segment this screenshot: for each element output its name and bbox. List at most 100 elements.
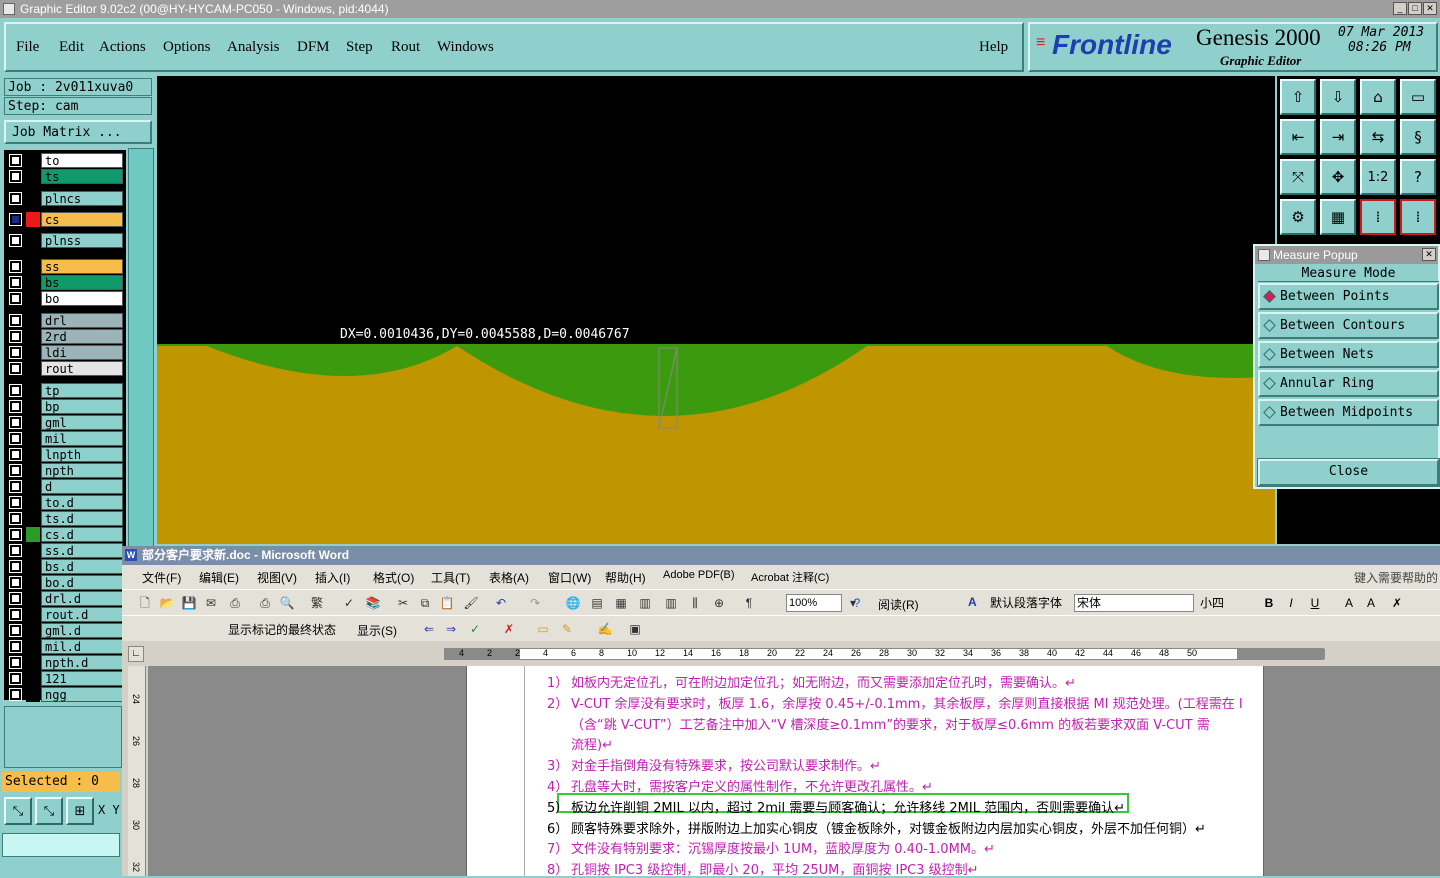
layer-checkbox[interactable] (9, 346, 22, 359)
layer-checkbox[interactable] (9, 528, 22, 541)
nets-active-icon[interactable]: ⁞ (1400, 199, 1436, 235)
next-icon[interactable]: ⇥ (1320, 119, 1356, 155)
previous-change-icon[interactable]: ⇐ (420, 620, 438, 638)
job-matrix-button[interactable]: Job Matrix ... (4, 120, 152, 144)
font-select[interactable]: 宋体 (1074, 594, 1194, 612)
layer-checkbox[interactable] (9, 234, 22, 247)
layer-checkbox[interactable] (9, 512, 22, 525)
layer-name[interactable]: ts.d (41, 511, 123, 526)
layer-row-plnss[interactable]: plnss (4, 233, 126, 248)
layer-row-gml-d[interactable]: gml.d (4, 623, 126, 638)
layer-row-lnpth[interactable]: lnpth (4, 447, 126, 462)
styles-icon[interactable]: A (968, 595, 977, 609)
measure-option-between-points[interactable]: Between Points (1258, 283, 1439, 310)
menu-dfm[interactable]: DFM (297, 39, 330, 56)
document-line[interactable]: 4） 孔盘等大时，需按客户定义的属性制作，不允许更改孔属性。↵ (547, 776, 933, 795)
layer-row-cs[interactable]: cs (4, 212, 126, 227)
layer-checkbox[interactable] (9, 314, 22, 327)
layer-checkbox[interactable] (9, 170, 22, 183)
reviewing-pane-icon[interactable]: ▣ (626, 620, 644, 638)
layer-row-to[interactable]: to (4, 153, 126, 168)
horizontal-ruler[interactable]: 4 2 2 4 6 8 10 12 14 16 18 20 22 24 26 28 30 32 34 36 38 40 42… (444, 648, 1325, 660)
layer-checkbox[interactable] (9, 384, 22, 397)
help-circle-icon[interactable]: ? (848, 594, 866, 612)
layer-row-ngg[interactable]: ngg (4, 687, 126, 702)
layer-row-gml[interactable]: gml (4, 415, 126, 430)
layer-checkbox[interactable] (9, 544, 22, 557)
layer-name[interactable]: ss.d (41, 543, 123, 558)
layer-name[interactable]: ngg (41, 687, 123, 702)
layer-row-drl[interactable]: drl (4, 313, 126, 328)
next-change-icon[interactable]: ⇒ (442, 620, 460, 638)
highlight-icon[interactable]: ✎ (558, 620, 576, 638)
layer-name[interactable]: lnpth (41, 447, 123, 462)
zoom-icon[interactable]: ✥ (1320, 159, 1356, 195)
word-menu-window[interactable]: 窗口(W) (548, 569, 591, 586)
drawing-icon[interactable]: ⫼ (686, 594, 704, 612)
underline-icon[interactable]: U (1306, 594, 1324, 612)
word-menu-edit[interactable]: 编辑(E) (199, 569, 239, 586)
layer-name[interactable]: npth (41, 463, 123, 478)
layer-name[interactable]: to (41, 153, 123, 168)
open-icon[interactable]: 📂 (158, 594, 176, 612)
hyperlink-icon[interactable]: 🌐 (564, 594, 582, 612)
save-icon[interactable]: 💾 (180, 594, 198, 612)
layer-name[interactable]: bo (41, 291, 123, 306)
layer-name[interactable]: plncs (41, 191, 123, 206)
track-changes-icon[interactable]: ✍ (596, 620, 614, 638)
layer-checkbox[interactable] (9, 640, 22, 653)
popup-close-icon[interactable]: ✕ (1422, 248, 1436, 261)
char-shading-icon[interactable]: A (1362, 594, 1380, 612)
layer-row-cs-d[interactable]: cs.d (4, 527, 126, 542)
word-menu-help[interactable]: 帮助(H) (605, 569, 646, 586)
layer-name[interactable]: npth.d (41, 655, 123, 670)
word-menu-file[interactable]: 文件(F) (142, 569, 181, 586)
layer-name[interactable]: 2rd (41, 329, 123, 344)
layer-checkbox[interactable] (9, 400, 22, 413)
layer-checkbox[interactable] (9, 672, 22, 685)
word-menu-view[interactable]: 视图(V) (257, 569, 297, 586)
menu-help[interactable]: Help (979, 39, 1008, 56)
layer-row-mil-d[interactable]: mil.d (4, 639, 126, 654)
document-line[interactable]: 3） 对金手指倒角没有特殊要求，按公司默认要求制作。↵ (547, 755, 881, 774)
layer-row-ldi[interactable]: ldi (4, 345, 126, 360)
word-menu-insert[interactable]: 插入(I) (315, 569, 350, 586)
layer-checkbox[interactable] (9, 464, 22, 477)
minimize-icon[interactable]: _ (1393, 2, 1407, 15)
layer-row-ts-d[interactable]: ts.d (4, 511, 126, 526)
layer-checkbox[interactable] (9, 592, 22, 605)
layer-name[interactable]: plnss (41, 233, 123, 248)
vertical-ruler[interactable]: 24 26 28 30 32 (128, 666, 146, 876)
s-curve-icon[interactable]: § (1400, 119, 1436, 155)
swap-icon[interactable]: ⇆ (1360, 119, 1396, 155)
layer-checkbox[interactable] (9, 260, 22, 273)
one-to-two-icon[interactable]: 1:2 (1360, 159, 1396, 195)
permission-icon[interactable]: ✉ (202, 594, 220, 612)
fit-icon[interactable]: ⤧ (1280, 159, 1316, 195)
layer-row-npth-d[interactable]: npth.d (4, 655, 126, 670)
layer-name[interactable]: bs.d (41, 559, 123, 574)
layer-name[interactable]: ss (41, 259, 123, 274)
style-select[interactable]: 默认段落字体 (990, 594, 1070, 612)
document-map-icon[interactable]: ⊕ (710, 594, 728, 612)
layer-checkbox[interactable] (9, 608, 22, 621)
word-menu-adobe-pdf[interactable]: Adobe PDF(B) (663, 569, 735, 581)
columns-icon[interactable]: ▥ (662, 594, 680, 612)
layer-checkbox[interactable] (9, 576, 22, 589)
word-menu-tools[interactable]: 工具(T) (431, 569, 470, 586)
layer-row-mil[interactable]: mil (4, 431, 126, 446)
reading-button[interactable]: 阅读(R) (878, 596, 919, 613)
format-painter-icon[interactable]: 🖌 (462, 594, 480, 612)
layer-down-icon[interactable]: ⇩ (1320, 79, 1356, 115)
document-line[interactable]: 2） V-CUT 余厚没有要求时，板厚 1.6，余厚按 0.45+/-0.1mm，… (547, 693, 1243, 712)
menu-analysis[interactable]: Analysis (227, 39, 280, 56)
layer-name[interactable]: cs (41, 212, 123, 227)
layer-name[interactable]: to.d (41, 495, 123, 510)
research-icon[interactable]: 📚 (364, 594, 382, 612)
layer-row-rout[interactable]: rout (4, 361, 126, 376)
layer-name[interactable]: ts (41, 169, 123, 184)
layer-checkbox[interactable] (9, 432, 22, 445)
layer-row-bo[interactable]: bo (4, 291, 126, 306)
layer-name[interactable]: ldi (41, 345, 123, 360)
layer-row-bs[interactable]: bs (4, 275, 126, 290)
